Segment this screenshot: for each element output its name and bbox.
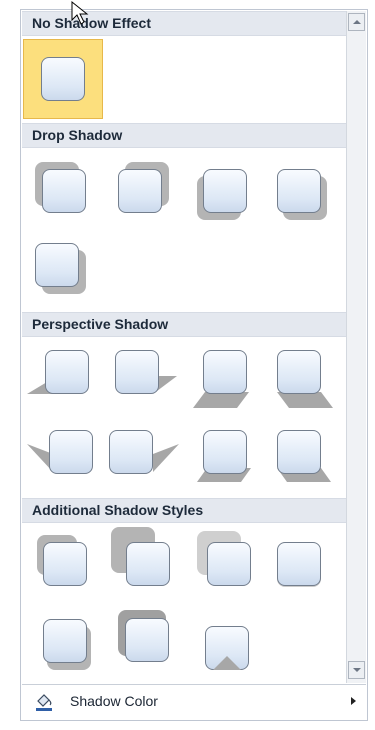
shape-preview: [277, 430, 321, 474]
tile-additional-shadow-5[interactable]: [23, 602, 103, 682]
tile-perspective-shadow-8[interactable]: [263, 418, 343, 498]
mouse-pointer-icon: [71, 0, 89, 25]
tile-drop-shadow-5[interactable]: [23, 226, 103, 306]
shape-preview: [43, 619, 87, 663]
arrow-down-icon: [353, 668, 361, 672]
paint-bucket-icon: [36, 694, 52, 711]
section-header-drop-shadow: Drop Shadow: [22, 123, 346, 148]
shadow-color-menu-item[interactable]: Shadow Color: [22, 684, 366, 719]
shape-preview: [43, 542, 87, 586]
shadow-color-label: Shadow Color: [70, 693, 158, 709]
tile-additional-shadow-6[interactable]: [103, 602, 183, 682]
tile-drop-shadow-2[interactable]: [103, 152, 183, 232]
shadow-gallery-dropdown: No Shadow Effect Drop Shadow Perspective…: [20, 9, 368, 721]
section-header-additional-shadow: Additional Shadow Styles: [22, 498, 346, 523]
shape-preview: [277, 350, 321, 394]
scroll-down-button[interactable]: [348, 661, 365, 679]
shape-preview: [207, 542, 251, 586]
scroll-up-button[interactable]: [348, 13, 365, 31]
vertical-scrollbar[interactable]: [346, 11, 366, 683]
shape-preview: [125, 618, 169, 662]
shape-preview: [41, 57, 85, 101]
tile-additional-shadow-2[interactable]: [103, 525, 183, 605]
shape-preview: [109, 430, 153, 474]
tile-perspective-shadow-4[interactable]: [263, 340, 343, 420]
tile-additional-shadow-1[interactable]: [23, 525, 103, 605]
arrow-up-icon: [353, 20, 361, 24]
shape-preview: [203, 350, 247, 394]
tile-drop-shadow-3[interactable]: [183, 152, 263, 232]
tile-drop-shadow-1[interactable]: [23, 152, 103, 232]
shape-preview: [115, 350, 159, 394]
shape-preview: [277, 542, 321, 586]
tile-additional-shadow-4[interactable]: [263, 525, 343, 605]
shape-preview: [203, 169, 247, 213]
chevron-right-icon: [351, 697, 356, 705]
shape-preview: [118, 169, 162, 213]
tile-additional-shadow-3[interactable]: [183, 525, 263, 605]
tile-no-shadow[interactable]: [23, 39, 103, 119]
tile-perspective-shadow-5[interactable]: [23, 418, 103, 498]
shape-preview: [35, 243, 79, 287]
tile-drop-shadow-4[interactable]: [263, 152, 343, 232]
shape-preview: [42, 169, 86, 213]
tile-perspective-shadow-3[interactable]: [183, 340, 263, 420]
tile-perspective-shadow-7[interactable]: [183, 418, 263, 498]
tile-additional-shadow-7[interactable]: [183, 602, 263, 682]
tile-perspective-shadow-6[interactable]: [103, 418, 183, 498]
shape-preview: [277, 169, 321, 213]
shape-preview: [45, 350, 89, 394]
shape-preview: [49, 430, 93, 474]
tile-perspective-shadow-2[interactable]: [103, 340, 183, 420]
shape-preview: [203, 430, 247, 474]
tile-perspective-shadow-1[interactable]: [23, 340, 103, 420]
shape-preview: [126, 542, 170, 586]
section-header-perspective-shadow: Perspective Shadow: [22, 312, 346, 337]
